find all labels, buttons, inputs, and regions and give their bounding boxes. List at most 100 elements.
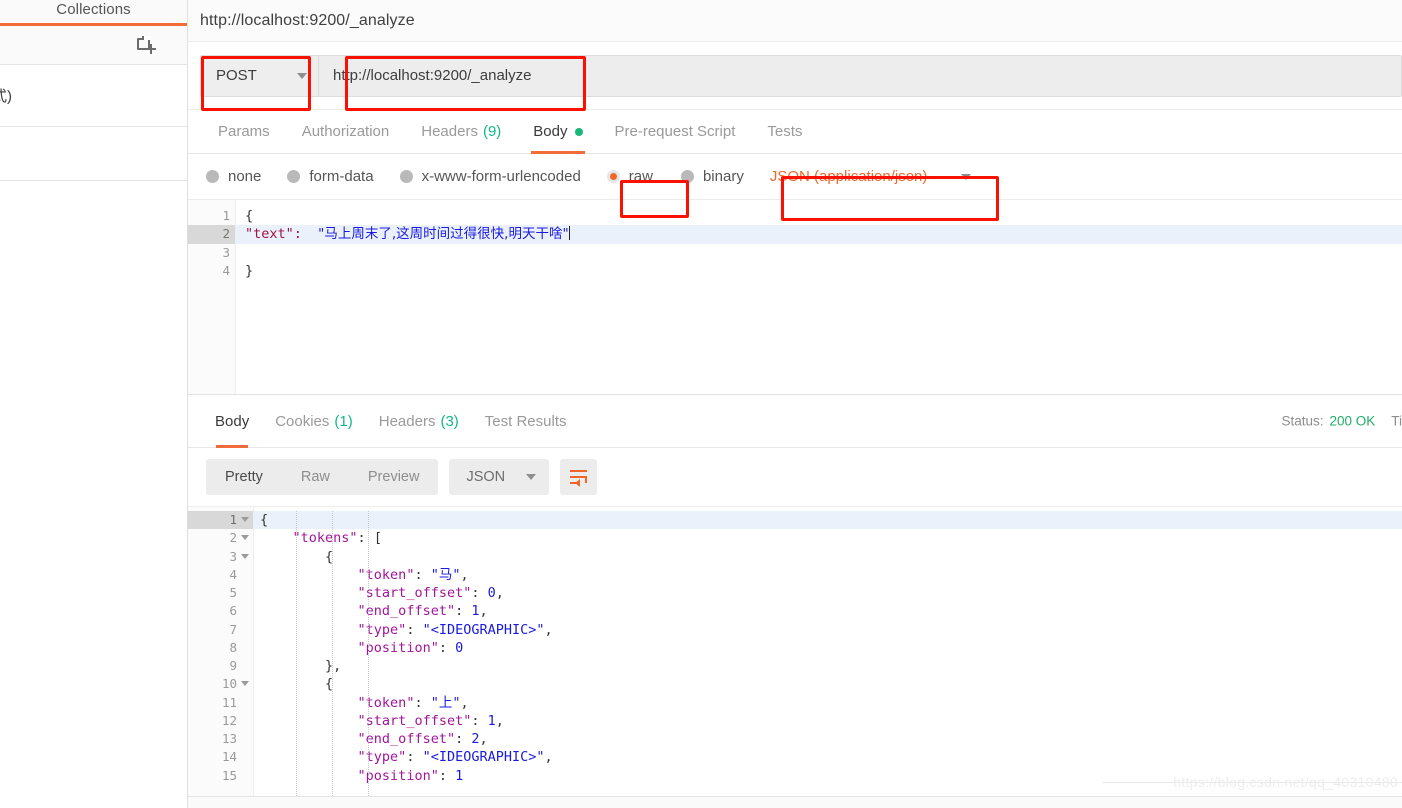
body-type-form-data-label: form-data: [309, 168, 374, 185]
body-type-binary[interactable]: binary: [680, 168, 744, 185]
body-type-urlencoded[interactable]: x-www-form-urlencoded: [399, 168, 581, 185]
radio-icon: [287, 170, 301, 183]
tab-headers-count: (9): [482, 123, 502, 140]
radio-icon: [680, 170, 694, 183]
url-input[interactable]: http://localhost:9200/_analyze: [318, 54, 1402, 97]
response-tab-cookies[interactable]: Cookies (1): [262, 395, 366, 448]
response-toolbar: Pretty Raw Preview JSON: [188, 448, 1402, 506]
code-value: "马上周末了,这周时间过得很快,明天干啥": [318, 226, 569, 243]
code-line: {: [254, 511, 1402, 530]
response-time-label: Ti: [1391, 413, 1402, 429]
response-tab-headers-label: Headers: [378, 412, 436, 430]
sidebar-collection-label: 式): [0, 88, 12, 105]
http-method-select[interactable]: POST: [200, 54, 318, 97]
sidebar: Collections 式): [0, 0, 188, 808]
view-mode-pretty[interactable]: Pretty: [206, 459, 282, 495]
body-type-form-data[interactable]: form-data: [287, 168, 374, 185]
code-line: "token": "上",: [357, 694, 469, 711]
line-number: 6: [229, 603, 237, 619]
code-line: "type": "<IDEOGRAPHIC>",: [357, 621, 553, 638]
code-line: "end_offset": 2,: [357, 731, 488, 747]
tab-body-label: Body: [533, 123, 568, 140]
tab-pre-request-script[interactable]: Pre-request Script: [599, 110, 752, 154]
response-tab-headers-count: (3): [440, 412, 459, 430]
line-number: 5: [229, 585, 237, 600]
line-number: 2: [188, 225, 235, 244]
line-number: 1: [188, 511, 253, 530]
response-format-select[interactable]: JSON: [449, 459, 550, 495]
radio-icon: [399, 170, 413, 183]
body-type-none[interactable]: none: [206, 168, 261, 185]
tab-headers-label: Headers: [421, 123, 478, 140]
chevron-down-icon: [297, 72, 307, 79]
tab-authorization[interactable]: Authorization: [286, 110, 406, 154]
http-method-value: POST: [216, 67, 257, 84]
body-type-urlencoded-label: x-www-form-urlencoded: [421, 168, 581, 185]
request-body-editor[interactable]: 1 2 3 4 { "text": "马上周末了,这周时间过得很快,明天干啥" …: [188, 200, 1402, 395]
status-badge: 200 OK: [1329, 413, 1376, 429]
code-line: "tokens": [: [292, 530, 382, 547]
radio-icon: [206, 170, 219, 183]
line-number: 9: [229, 658, 237, 673]
tab-authorization-label: Authorization: [301, 123, 390, 140]
line-number: 10: [188, 675, 253, 693]
line-number: 15: [221, 767, 237, 783]
tab-tests[interactable]: Tests: [751, 110, 818, 154]
line-number: 2: [188, 529, 253, 547]
code-line: {: [325, 676, 334, 693]
fold-arrow-icon[interactable]: [241, 535, 249, 541]
response-horizontal-scrollbar[interactable]: [188, 796, 1402, 808]
watermark-rule: [1102, 782, 1402, 783]
url-value: http://localhost:9200/_analyze: [333, 67, 532, 84]
tab-params[interactable]: Params: [202, 110, 286, 154]
response-body-editor[interactable]: 1 2 3 4 5 6 7 8 9 10 11 12 13 14 15 { "tokens": [ { "t…: [188, 506, 1402, 796]
body-type-none-label: none: [228, 168, 262, 185]
word-wrap-icon: [570, 470, 588, 487]
code-line: "position": 0: [357, 639, 464, 656]
response-tab-body-label: Body: [215, 412, 250, 430]
line-number: 11: [221, 694, 237, 710]
radio-selected-icon: [606, 170, 620, 183]
new-collection-icon[interactable]: [137, 35, 156, 55]
view-mode-preview[interactable]: Preview: [349, 459, 439, 495]
postman-window: Collections 式) http://localhost:9200/_an…: [0, 0, 1402, 808]
tab-headers[interactable]: Headers (9): [405, 110, 517, 154]
fold-arrow-icon[interactable]: [241, 681, 249, 687]
status-label: Status:: [1281, 413, 1324, 429]
content-type-select[interactable]: JSON (application/json): [758, 161, 984, 192]
code-line: {: [236, 207, 1402, 225]
request-editor-gutter: 1 2 3 4: [188, 200, 236, 394]
code-line: },: [325, 658, 342, 674]
fold-arrow-icon[interactable]: [241, 517, 249, 522]
line-number: 12: [221, 712, 237, 728]
sidebar-empty-row: [0, 127, 187, 181]
line-number: 4: [229, 566, 237, 582]
request-title: http://localhost:9200/_analyze: [188, 0, 1402, 42]
tab-body[interactable]: Body: [517, 110, 598, 154]
fold-arrow-icon[interactable]: [241, 553, 249, 559]
response-tab-body[interactable]: Body: [202, 395, 262, 448]
sidebar-toolbar: [0, 26, 187, 65]
response-tab-headers[interactable]: Headers (3): [366, 395, 472, 448]
word-wrap-button[interactable]: [560, 459, 598, 495]
line-number: 8: [229, 639, 237, 655]
body-type-raw[interactable]: raw: [606, 168, 653, 185]
url-bar: POST http://localhost:9200/_analyze: [188, 42, 1402, 110]
view-mode-raw[interactable]: Raw: [282, 459, 349, 495]
sidebar-collection-item[interactable]: 式): [0, 65, 187, 127]
response-editor-gutter: 1 2 3 4 5 6 7 8 9 10 11 12 13 14 15: [188, 507, 254, 796]
response-format-value: JSON: [466, 469, 506, 485]
request-editor-code[interactable]: { "text": "马上周末了,这周时间过得很快,明天干啥" }: [236, 200, 1402, 394]
response-tab-test-results[interactable]: Test Results: [472, 395, 580, 448]
code-line: {: [325, 548, 334, 565]
sidebar-tab-collections[interactable]: Collections: [48, 0, 138, 22]
request-tabs: Params Authorization Headers (9) Body Pr…: [188, 110, 1402, 154]
response-editor-code[interactable]: { "tokens": [ { "token": "马", "start_off…: [254, 507, 1402, 796]
line-number: 14: [221, 749, 237, 765]
line-number: 1: [222, 208, 230, 223]
response-view-mode-group: Pretty Raw Preview: [206, 459, 439, 495]
body-type-row: none form-data x-www-form-urlencoded raw…: [188, 154, 1402, 200]
response-tab-cookies-label: Cookies: [275, 412, 330, 430]
response-status: Status: 200 OK Ti: [1281, 414, 1402, 429]
